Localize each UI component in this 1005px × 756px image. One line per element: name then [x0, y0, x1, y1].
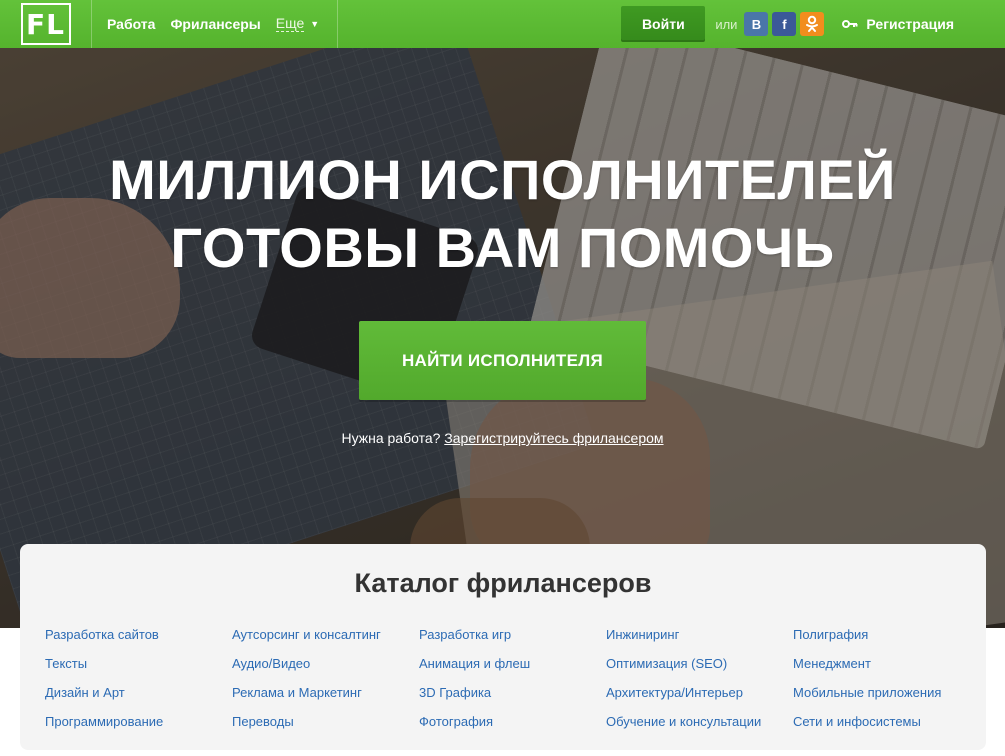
- need-work-prompt: Нужна работа? Зарегистрируйтесь фрилансе…: [0, 430, 1005, 446]
- nav-divider: [337, 0, 339, 48]
- catalog-link[interactable]: Аудио/Видео: [232, 656, 419, 685]
- find-freelancer-button[interactable]: НАЙТИ ИСПОЛНИТЕЛЯ: [359, 321, 646, 400]
- key-icon: [842, 20, 858, 28]
- catalog-link[interactable]: Анимация и флеш: [419, 656, 606, 685]
- catalog-link[interactable]: Реклама и Маркетинг: [232, 685, 419, 714]
- register-as-freelancer-link[interactable]: Зарегистрируйтесь фрилансером: [444, 430, 663, 446]
- catalog-column: Полиграфия Менеджмент Мобильные приложен…: [793, 627, 980, 743]
- catalog-link[interactable]: 3D Графика: [419, 685, 606, 714]
- register-link[interactable]: Регистрация: [842, 16, 954, 32]
- hero-title-line-1: МИЛЛИОН ИСПОЛНИТЕЛЕЙ: [109, 148, 896, 211]
- catalog-link[interactable]: Дизайн и Арт: [45, 685, 232, 714]
- hero-title: МИЛЛИОН ИСПОЛНИТЕЛЕЙ ГОТОВЫ ВАМ ПОМОЧЬ: [0, 146, 1005, 282]
- catalog-link[interactable]: Аутсорсинг и консалтинг: [232, 627, 419, 656]
- main-nav: Работа Фрилансеры Еще ▼: [92, 0, 337, 48]
- need-work-text: Нужна работа?: [341, 430, 441, 446]
- catalog-link[interactable]: Тексты: [45, 656, 232, 685]
- catalog-link[interactable]: Мобильные приложения: [793, 685, 980, 714]
- nav-link-freelancers[interactable]: Фрилансеры: [170, 16, 260, 32]
- or-label: или: [715, 16, 738, 32]
- catalog-column: Разработка сайтов Тексты Дизайн и Арт Пр…: [45, 627, 232, 743]
- catalog-link[interactable]: Оптимизация (SEO): [606, 656, 793, 685]
- odnoklassniki-icon[interactable]: [800, 12, 825, 36]
- catalog-columns: Разработка сайтов Тексты Дизайн и Арт Пр…: [45, 627, 980, 743]
- catalog-column: Аутсорсинг и консалтинг Аудио/Видео Рекл…: [232, 627, 419, 743]
- register-label: Регистрация: [866, 16, 954, 32]
- hero-title-line-2: ГОТОВЫ ВАМ ПОМОЧЬ: [170, 216, 835, 279]
- catalog-link[interactable]: Инжиниринг: [606, 627, 793, 656]
- logo-container[interactable]: FL: [0, 0, 92, 48]
- catalog-link[interactable]: Архитектура/Интерьер: [606, 685, 793, 714]
- catalog-link[interactable]: Программирование: [45, 714, 232, 743]
- hero-section: МИЛЛИОН ИСПОЛНИТЕЛЕЙ ГОТОВЫ ВАМ ПОМОЧЬ Н…: [0, 48, 1005, 628]
- login-button[interactable]: Войти: [621, 6, 706, 42]
- nav-link-work[interactable]: Работа: [107, 16, 155, 32]
- catalog-link[interactable]: Переводы: [232, 714, 419, 743]
- catalog-column: Разработка игр Анимация и флеш 3D График…: [419, 627, 606, 743]
- catalog-column: Инжиниринг Оптимизация (SEO) Архитектура…: [606, 627, 793, 743]
- catalog-link[interactable]: Полиграфия: [793, 627, 980, 656]
- freelancer-catalog: Каталог фрилансеров Разработка сайтов Те…: [20, 544, 986, 750]
- catalog-link[interactable]: Фотография: [419, 714, 606, 743]
- catalog-link[interactable]: Менеджмент: [793, 656, 980, 685]
- catalog-link[interactable]: Обучение и консультации: [606, 714, 793, 743]
- vk-icon[interactable]: В: [744, 12, 769, 36]
- fl-logo[interactable]: FL: [20, 3, 71, 45]
- catalog-link[interactable]: Сети и инфосистемы: [793, 714, 980, 743]
- facebook-icon[interactable]: f: [772, 12, 797, 36]
- catalog-link[interactable]: Разработка сайтов: [45, 627, 232, 656]
- catalog-title: Каталог фрилансеров: [354, 568, 652, 598]
- top-navigation-bar: FL Работа Фрилансеры Еще ▼ Войти или В f…: [0, 0, 1005, 48]
- catalog-link[interactable]: Разработка игр: [419, 627, 606, 656]
- chevron-down-icon[interactable]: ▼: [310, 19, 319, 29]
- nav-more-dropdown[interactable]: Еще: [275, 16, 305, 32]
